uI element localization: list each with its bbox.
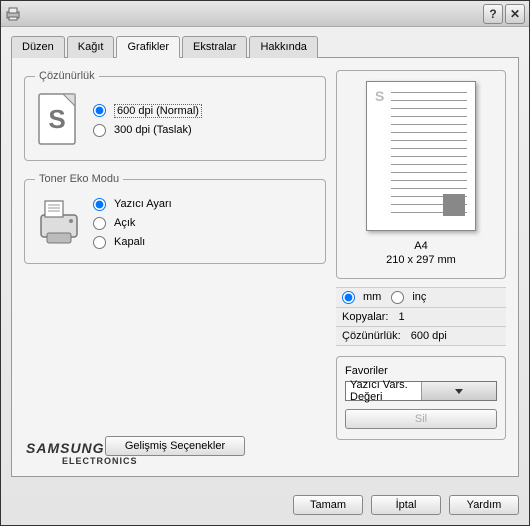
preview-s-mark: S (375, 88, 384, 104)
tab-paper[interactable]: Kağıt (67, 36, 115, 58)
favorites-combo[interactable]: Yazıcı Vars. Değeri (345, 381, 497, 401)
unit-inch-label: inç (412, 291, 426, 303)
resolution-600-label: 600 dpi (Normal) (114, 104, 202, 118)
toner-eco-group: Toner Eko Modu (24, 173, 326, 264)
favorites-legend: Favoriler (345, 365, 497, 377)
brand-sub: ELECTRONICS (62, 456, 138, 466)
preview-block (443, 194, 465, 216)
titlebar: ? ✕ (1, 1, 529, 27)
print-dialog: ? ✕ Düzen Kağıt Grafikler Ekstralar Hakk… (0, 0, 530, 526)
unit-inch-radio[interactable] (391, 291, 404, 304)
units-row: mm inç (336, 287, 506, 308)
toner-off-label: Kapalı (114, 236, 145, 248)
tab-panel: Çözünürlük S 600 dpi ( (11, 57, 519, 477)
toner-eco-legend: Toner Eko Modu (35, 173, 123, 185)
favorites-delete-button[interactable]: Sil (345, 409, 497, 429)
printer-icon (35, 195, 83, 251)
unit-mm-label: mm (363, 291, 381, 303)
toner-off-radio[interactable] (93, 236, 106, 249)
page-preview-box: S A4 210 x 297 mm (336, 70, 506, 279)
res-info-label: Çözünürlük: (342, 330, 401, 342)
close-button[interactable]: ✕ (505, 4, 525, 24)
resolution-group: Çözünürlük S 600 dpi ( (24, 70, 326, 161)
toner-on-label: Açık (114, 217, 135, 229)
copies-row: Kopyalar: 1 (336, 308, 506, 327)
paper-name-label: A4 (386, 239, 456, 253)
svg-text:S: S (48, 104, 65, 134)
toner-printer-label: Yazıcı Ayarı (114, 198, 172, 210)
printer-app-icon (5, 6, 21, 22)
cancel-button[interactable]: İptal (371, 495, 441, 515)
tab-graphics[interactable]: Grafikler (116, 36, 180, 58)
toner-on-radio[interactable] (93, 217, 106, 230)
resolution-300-option[interactable]: 300 dpi (Taslak) (93, 124, 202, 137)
toner-printer-radio[interactable] (93, 198, 106, 211)
unit-mm-radio[interactable] (342, 291, 355, 304)
copies-label: Kopyalar: (342, 311, 388, 323)
tab-strip: Düzen Kağıt Grafikler Ekstralar Hakkında (11, 36, 519, 58)
resolution-300-radio[interactable] (93, 124, 106, 137)
tab-about[interactable]: Hakkında (249, 36, 317, 58)
unit-inch-option[interactable]: inç (391, 291, 426, 304)
document-icon: S (35, 92, 83, 148)
help-button[interactable]: ? (483, 4, 503, 24)
res-info-value: 600 dpi (411, 330, 447, 342)
toner-on-option[interactable]: Açık (93, 217, 172, 230)
dialog-footer: Tamam İptal Yardım (1, 487, 529, 525)
help-footer-button[interactable]: Yardım (449, 495, 519, 515)
resolution-info-row: Çözünürlük: 600 dpi (336, 327, 506, 346)
favorites-selected: Yazıcı Vars. Değeri (346, 379, 421, 403)
chevron-down-icon (421, 382, 497, 400)
toner-off-option[interactable]: Kapalı (93, 236, 172, 249)
resolution-600-option[interactable]: 600 dpi (Normal) (93, 104, 202, 118)
resolution-300-label: 300 dpi (Taslak) (114, 124, 192, 136)
copies-value: 1 (398, 311, 404, 323)
resolution-legend: Çözünürlük (35, 70, 99, 82)
tab-layout[interactable]: Düzen (11, 36, 65, 58)
resolution-600-radio[interactable] (93, 104, 106, 117)
favorites-group: Favoriler Yazıcı Vars. Değeri Sil (336, 356, 506, 440)
tab-extras[interactable]: Ekstralar (182, 36, 247, 58)
ok-button[interactable]: Tamam (293, 495, 363, 515)
brand-logo: SAMSUNG ELECTRONICS (26, 440, 138, 466)
unit-mm-option[interactable]: mm (342, 291, 381, 304)
paper-dim-label: 210 x 297 mm (386, 253, 456, 267)
brand-name: SAMSUNG (26, 440, 138, 456)
toner-printer-option[interactable]: Yazıcı Ayarı (93, 198, 172, 211)
page-preview: S (366, 81, 476, 231)
